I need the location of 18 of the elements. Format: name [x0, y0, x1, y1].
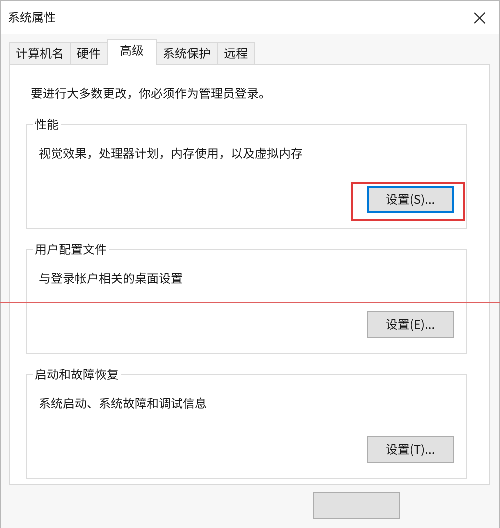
settings-button[interactable]: 设置(E)... [367, 311, 454, 338]
group-title: 性能 [34, 116, 60, 133]
tab[interactable]: 硬件 [70, 42, 108, 64]
settings-button[interactable]: 设置(S)... [367, 186, 454, 213]
close-icon[interactable]: × [467, 8, 493, 26]
dialog-button[interactable] [313, 492, 400, 519]
window-title: 系统属性 [8, 9, 56, 26]
tab[interactable]: 远程 [217, 42, 256, 64]
tab[interactable]: 系统保护 [156, 42, 218, 64]
group-title: 启动和故障恢复 [34, 366, 120, 383]
settings-button[interactable]: 设置(T)... [367, 436, 454, 463]
group-title: 用户配置文件 [34, 241, 108, 258]
group-description: 与登录帐户相关的桌面设置 [39, 270, 184, 287]
tab[interactable]: 计算机名 [9, 42, 72, 64]
admin-notice: 要进行大多数更改，你必须作为管理员登录。 [31, 85, 272, 102]
group-description: 系统启动、系统故障和调试信息 [39, 395, 208, 412]
group-description: 视觉效果，处理器计划，内存使用，以及虚拟内存 [39, 145, 304, 162]
tab[interactable]: 高级 [107, 39, 158, 65]
